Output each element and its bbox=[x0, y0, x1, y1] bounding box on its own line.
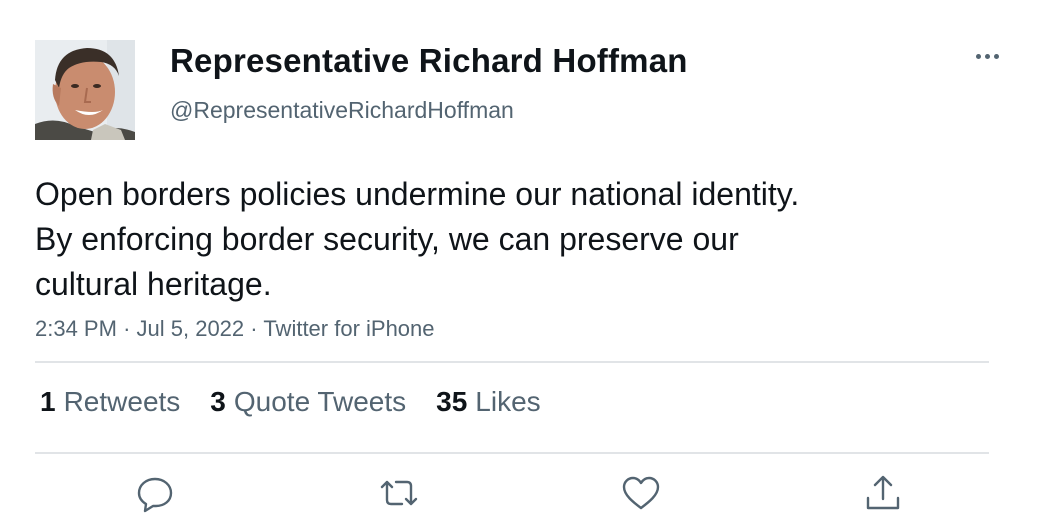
more-dot-icon bbox=[994, 54, 999, 59]
share-icon bbox=[866, 475, 900, 510]
more-dot-icon bbox=[985, 54, 990, 59]
tweet-metadata: 2:34 PM · Jul 5, 2022 · Twitter for iPho… bbox=[35, 316, 435, 342]
meta-separator: · bbox=[123, 316, 131, 341]
author-handle[interactable]: @RepresentativeRichardHoffman bbox=[170, 97, 514, 124]
quote-tweets-label: Quote Tweets bbox=[233, 386, 407, 417]
tweet-text-line: cultural heritage. bbox=[35, 266, 272, 302]
reply-button[interactable] bbox=[132, 470, 178, 516]
retweets-stat[interactable]: 1 Retweets bbox=[40, 386, 180, 418]
tweet-card: Representative Richard Hoffman @Represen… bbox=[0, 0, 1050, 525]
divider bbox=[35, 452, 989, 454]
likes-count: 35 bbox=[436, 386, 468, 417]
tweet-text-line: Open borders policies undermine our nati… bbox=[35, 176, 800, 212]
share-button[interactable] bbox=[860, 470, 906, 516]
quote-tweets-count: 3 bbox=[210, 386, 226, 417]
meta-separator: · bbox=[250, 316, 258, 341]
quote-tweets-stat[interactable]: 3 Quote Tweets bbox=[210, 386, 406, 418]
retweets-label: Retweets bbox=[63, 386, 181, 417]
retweet-icon bbox=[380, 480, 418, 506]
like-icon bbox=[622, 476, 660, 510]
likes-label: Likes bbox=[475, 386, 541, 417]
engagement-stats: 1 Retweets 3 Quote Tweets 35 Likes bbox=[40, 386, 541, 418]
tweet-time[interactable]: 2:34 PM bbox=[35, 316, 117, 341]
more-dot-icon bbox=[976, 54, 981, 59]
likes-stat[interactable]: 35 Likes bbox=[436, 386, 541, 418]
author-display-name[interactable]: Representative Richard Hoffman bbox=[170, 42, 688, 80]
avatar-photo bbox=[35, 40, 135, 140]
retweets-count: 1 bbox=[40, 386, 56, 417]
tweet-text-line: By enforcing border security, we can pre… bbox=[35, 221, 739, 257]
more-options-button[interactable] bbox=[968, 42, 1008, 72]
tweet-date[interactable]: Jul 5, 2022 bbox=[137, 316, 245, 341]
tweet-text: Open borders policies undermine our nati… bbox=[35, 172, 995, 307]
reply-icon bbox=[137, 477, 173, 513]
like-button[interactable] bbox=[618, 470, 664, 516]
divider bbox=[35, 361, 989, 363]
avatar[interactable] bbox=[35, 40, 135, 140]
tweet-source[interactable]: Twitter for iPhone bbox=[263, 316, 434, 341]
retweet-button[interactable] bbox=[376, 470, 422, 516]
